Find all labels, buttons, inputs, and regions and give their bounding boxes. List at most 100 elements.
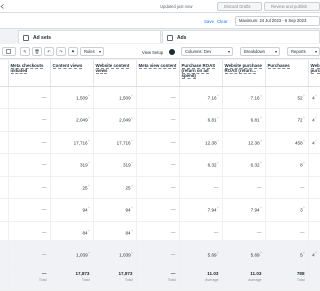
info-marker-icon: ⁽⁾ bbox=[260, 138, 262, 143]
column-header[interactable]: Content views bbox=[50, 60, 94, 87]
column-header[interactable]: Meta view content bbox=[136, 60, 180, 87]
total-cell: 17,873 Total bbox=[93, 265, 137, 291]
table-cell: — bbox=[8, 221, 51, 244]
info-marker-icon: ⁽⁾ bbox=[88, 161, 90, 166]
column-header[interactable]: Meta checkouts initiated bbox=[8, 60, 51, 87]
row-select-cell[interactable] bbox=[0, 153, 9, 177]
level-tabs: Ad sets Ads bbox=[0, 30, 320, 43]
tab-adsets[interactable]: Ad sets bbox=[18, 30, 161, 43]
table-row[interactable]: —1,509⁽⁾ 1,509⁽⁾ —7.16⁽⁾ 7.16⁽⁾ 52⁽⁾ 4⁽⁾ bbox=[0, 86, 320, 109]
row-select-cell[interactable] bbox=[0, 243, 9, 267]
table-row[interactable]: —94⁽⁾ 94⁽⁾ —7.94⁽⁾ 7.94⁽⁾ 3⁽⁾ bbox=[0, 198, 320, 222]
row-select-cell[interactable] bbox=[0, 198, 9, 222]
column-header[interactable]: Purchase ROAS (return on ad spend) bbox=[179, 60, 223, 87]
info-marker-icon: ⁽⁾ bbox=[88, 206, 90, 211]
table-cell: 25⁽⁾ bbox=[50, 176, 94, 199]
reports-dropdown[interactable]: Reports ▾ bbox=[287, 47, 320, 56]
table-cell: 5.69⁽⁾ bbox=[179, 243, 223, 267]
chevron-down-icon: ▾ bbox=[227, 49, 230, 54]
rules-dropdown[interactable]: Rules ▾ bbox=[80, 47, 104, 56]
total-cell: — Total bbox=[8, 265, 51, 291]
column-header[interactable]: Website purchase ROAS (return... bbox=[222, 60, 266, 87]
info-marker-icon: ⁽⁾ bbox=[260, 206, 262, 211]
table-cell bbox=[308, 176, 320, 199]
ad-sets-table: Meta checkouts initiated Content views W… bbox=[0, 60, 320, 291]
info-marker-icon: ⁽⁾ bbox=[260, 116, 262, 121]
search-filter-input[interactable] bbox=[0, 16, 200, 26]
total-cell: — Total bbox=[136, 265, 180, 291]
info-marker-icon: ⁽⁾ bbox=[260, 161, 262, 166]
chevron-down-icon: ▾ bbox=[274, 49, 277, 54]
total-cell: 11.03 Average bbox=[179, 265, 223, 291]
row-select-header bbox=[0, 60, 9, 87]
table-cell: 84⁽⁾ bbox=[50, 221, 94, 244]
table-cell: — bbox=[265, 221, 309, 244]
discard-drafts-button[interactable]: Discard Drafts bbox=[217, 2, 262, 11]
columns-dropdown[interactable]: Columns: Dev ▾ bbox=[181, 47, 233, 56]
view-setup-label: View Setup bbox=[142, 50, 164, 55]
redo-icon[interactable]: ↷ bbox=[56, 47, 66, 56]
total-sublabel: Total bbox=[38, 277, 47, 282]
table-cell: 84⁽⁾ bbox=[93, 221, 137, 244]
tag-icon[interactable]: ⚑ bbox=[68, 47, 78, 56]
column-header[interactable]: Purchases bbox=[265, 60, 309, 87]
info-marker-icon: ⁽⁾ bbox=[303, 206, 305, 211]
table-cell: 4⁽⁾ bbox=[308, 108, 320, 132]
duplicate-button[interactable] bbox=[2, 47, 16, 56]
table-cell: — bbox=[179, 176, 223, 199]
delete-icon[interactable]: 🗑 bbox=[32, 47, 42, 56]
info-marker-icon: ⁽⁾ bbox=[217, 251, 219, 256]
table-cell: 5⁽⁾ bbox=[265, 243, 309, 267]
review-publish-button[interactable]: Review and publish bbox=[264, 2, 320, 11]
table-cell bbox=[308, 153, 320, 177]
info-marker-icon: ⁽⁾ bbox=[260, 251, 262, 256]
info-marker-icon: ⁽⁾ bbox=[88, 228, 90, 233]
info-marker-icon: ⁽⁾ bbox=[303, 251, 305, 256]
table-cell: — bbox=[136, 221, 180, 244]
total-cell: 788 Total bbox=[265, 265, 309, 291]
row-select-cell[interactable] bbox=[0, 131, 9, 154]
table-cell: — bbox=[8, 131, 51, 154]
table-cell: — bbox=[136, 131, 180, 154]
table-row[interactable]: —84⁽⁾ 84⁽⁾ — — — — bbox=[0, 221, 320, 244]
row-select-cell[interactable] bbox=[0, 176, 9, 199]
table-cell: 319⁽⁾ bbox=[50, 153, 94, 177]
row-select-cell[interactable] bbox=[0, 221, 9, 244]
view-setup-toggle[interactable] bbox=[169, 49, 175, 55]
save-filter-link[interactable]: Save bbox=[204, 19, 214, 24]
table-cell: 94⁽⁾ bbox=[93, 198, 137, 222]
row-select-cell[interactable] bbox=[0, 108, 9, 132]
top-bar: Updated just now Discard Drafts Review a… bbox=[0, 0, 320, 13]
info-marker-icon: ⁽⁾ bbox=[131, 161, 133, 166]
table-cell: 5.69⁽⁾ bbox=[222, 243, 266, 267]
table-cell: 1,509⁽⁾ bbox=[50, 86, 94, 109]
info-marker-icon: ⁽⁾ bbox=[217, 161, 219, 166]
action-toolbar: ✎ 🗑 ↶ ↷ ⚑ Rules ▾ View Setup Columns: Dev… bbox=[0, 44, 320, 59]
table-row[interactable]: —2,049⁽⁾ 2,049⁽⁾ —6.81⁽⁾ 6.81⁽⁾ 72⁽⁾ 4⁽⁾ bbox=[0, 108, 320, 132]
total-sublabel: Average bbox=[248, 277, 262, 282]
total-cell: 11.03 Average bbox=[222, 265, 266, 291]
table-row[interactable]: —319⁽⁾ 319⁽⁾ —6.32⁽⁾ 6.32⁽⁾ 8⁽⁾ bbox=[0, 153, 320, 177]
clear-filter-link[interactable]: Clear bbox=[217, 19, 228, 24]
column-header[interactable]: Web purc bbox=[308, 60, 320, 87]
tab-ads[interactable]: Ads bbox=[162, 30, 320, 43]
table-cell: 7.16⁽⁾ bbox=[222, 86, 266, 109]
table-row[interactable]: —17,716⁽⁾ 17,716⁽⁾ —12.38⁽⁾ 12.38⁽⁾ 458⁽⁾ 4⁽⁾ bbox=[0, 131, 320, 154]
table-cell: 7.94⁽⁾ bbox=[222, 198, 266, 222]
breakdown-dropdown[interactable]: Breakdown ▾ bbox=[240, 47, 280, 56]
table-row[interactable]: —25⁽⁾ 25⁽⁾ — — — — bbox=[0, 176, 320, 199]
column-header[interactable]: Website content views bbox=[93, 60, 137, 87]
info-marker-icon: ⁽⁾ bbox=[315, 93, 317, 98]
undo-icon[interactable]: ↶ bbox=[44, 47, 54, 56]
info-marker-icon: ⁽⁾ bbox=[131, 183, 133, 188]
edit-icon[interactable]: ✎ bbox=[20, 47, 30, 56]
table-cell: 6.32⁽⁾ bbox=[179, 153, 223, 177]
date-range-picker[interactable]: Maximum: 24 Jul 2023 - 6 Sep 2023 bbox=[235, 16, 320, 26]
table-row[interactable]: —1,039⁽⁾ 1,039⁽⁾ —5.69⁽⁾ 5.69⁽⁾ 5⁽⁾ 4⁽⁾ bbox=[0, 243, 320, 267]
row-select-cell[interactable] bbox=[0, 86, 9, 109]
table-cell bbox=[308, 198, 320, 222]
date-range-text: Maximum: 24 Jul 2023 - 6 Sep 2023 bbox=[239, 18, 307, 23]
back-chevron-icon[interactable] bbox=[0, 4, 5, 9]
table-cell: 52⁽⁾ bbox=[265, 86, 309, 109]
table-cell: 1,039⁽⁾ bbox=[50, 243, 94, 267]
